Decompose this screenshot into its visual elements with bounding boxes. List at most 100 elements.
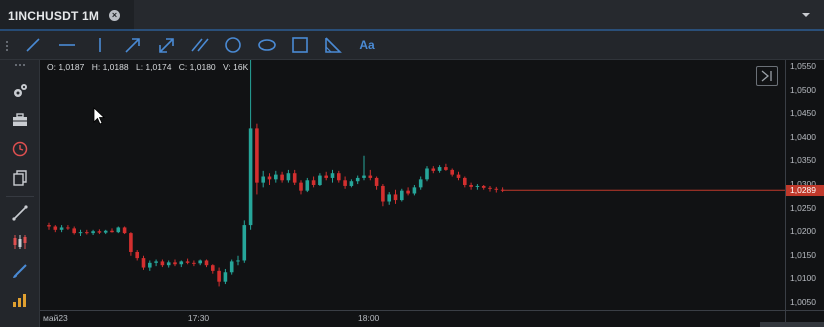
rectangle-tool[interactable] — [289, 35, 311, 55]
candle — [475, 184, 480, 190]
price-tick-label: 1,0050 — [790, 296, 816, 307]
candle-body — [248, 128, 253, 226]
parallel-channel-tool[interactable] — [189, 35, 211, 55]
candle — [355, 175, 360, 185]
candle — [47, 222, 51, 230]
candle — [337, 170, 341, 183]
double-arrow-icon — [159, 38, 174, 53]
copy-button[interactable] — [10, 168, 30, 188]
candle — [463, 176, 467, 188]
candle — [305, 177, 310, 193]
horizontal-scrollbar[interactable] — [760, 322, 824, 327]
drag-handle-icon[interactable] — [6, 40, 8, 52]
ellipse-tool[interactable] — [256, 35, 278, 55]
drawing-toolbar: Aa — [0, 31, 824, 60]
candle — [406, 187, 410, 196]
arrow-tool[interactable] — [122, 35, 144, 55]
candle-body — [53, 226, 58, 230]
candle — [154, 259, 158, 267]
price-tick-label: 1,0200 — [790, 226, 816, 237]
candle — [192, 260, 196, 267]
candle-body — [91, 231, 95, 234]
candle — [179, 260, 184, 268]
chart-type-button[interactable] — [10, 232, 30, 252]
candle — [110, 228, 114, 233]
candle-body — [242, 225, 247, 261]
candle — [141, 255, 146, 270]
candle — [412, 185, 417, 196]
candle-body — [211, 265, 215, 271]
candle — [223, 268, 228, 285]
candle-body — [387, 194, 391, 202]
horizontal-line-tool[interactable] — [56, 35, 78, 55]
left-sidebar — [0, 60, 40, 327]
candle-body — [418, 179, 423, 188]
more-dots-icon[interactable] — [14, 64, 26, 66]
rectangle-icon — [292, 37, 308, 53]
candle-body — [337, 173, 341, 181]
candle-body — [431, 168, 436, 171]
candle-body — [179, 261, 184, 265]
candle — [400, 188, 404, 202]
candle — [318, 173, 322, 186]
brush-button[interactable] — [10, 261, 30, 281]
candle — [198, 259, 202, 266]
candle-body — [261, 176, 265, 183]
candle — [311, 176, 316, 188]
candle — [494, 186, 499, 193]
candle-body — [374, 177, 379, 186]
candle — [324, 171, 328, 181]
history-button[interactable] — [10, 139, 30, 159]
candle-body — [355, 177, 360, 182]
candle — [349, 179, 354, 188]
indicators-button[interactable] — [10, 290, 30, 310]
candle-body — [488, 187, 492, 189]
candle — [116, 226, 121, 234]
candle — [280, 171, 284, 183]
candle — [267, 173, 272, 185]
candle — [211, 264, 215, 274]
chevron-down-icon[interactable] — [802, 13, 810, 17]
vertical-line-tool[interactable] — [89, 35, 111, 55]
drawing-button[interactable] — [10, 203, 30, 223]
candle-body — [444, 167, 448, 170]
candle — [242, 220, 247, 263]
candle — [381, 184, 385, 207]
candle-body — [406, 190, 410, 194]
circle-tool[interactable] — [222, 35, 244, 55]
text-tool[interactable]: Aa — [356, 35, 378, 55]
diagonal-line-icon — [26, 38, 40, 52]
portfolio-button[interactable] — [10, 110, 30, 130]
candle — [362, 155, 366, 181]
double-arrow-tool[interactable] — [156, 35, 178, 55]
settings-button[interactable] — [10, 81, 30, 101]
candle-body — [97, 231, 102, 233]
candle — [299, 180, 303, 195]
candle-body — [59, 227, 64, 230]
scroll-to-realtime-button[interactable] — [756, 66, 778, 86]
candle — [481, 185, 486, 190]
time-tick-label: 17:30 — [187, 313, 210, 323]
candle-body — [192, 262, 196, 264]
close-icon[interactable]: × — [109, 10, 120, 21]
candle-body — [299, 182, 303, 191]
candle-body — [463, 177, 467, 185]
candle — [66, 225, 70, 230]
candle — [78, 229, 83, 236]
candle-body — [343, 180, 347, 186]
triangle-tool[interactable] — [322, 35, 344, 55]
candle — [236, 255, 240, 266]
candle — [148, 260, 152, 271]
candle — [255, 123, 259, 195]
chart-tab[interactable]: 1INCHUSDT 1M × — [0, 0, 134, 31]
candle-body — [267, 176, 272, 180]
candle — [229, 259, 234, 275]
candle-body — [47, 225, 51, 227]
price-tick-label: 1,0350 — [790, 155, 816, 166]
candle — [122, 226, 127, 235]
candlestick-plot[interactable] — [40, 60, 785, 310]
candle — [431, 166, 436, 174]
line-tool[interactable] — [22, 35, 44, 55]
candle — [469, 182, 473, 190]
time-axis[interactable] — [40, 310, 785, 327]
